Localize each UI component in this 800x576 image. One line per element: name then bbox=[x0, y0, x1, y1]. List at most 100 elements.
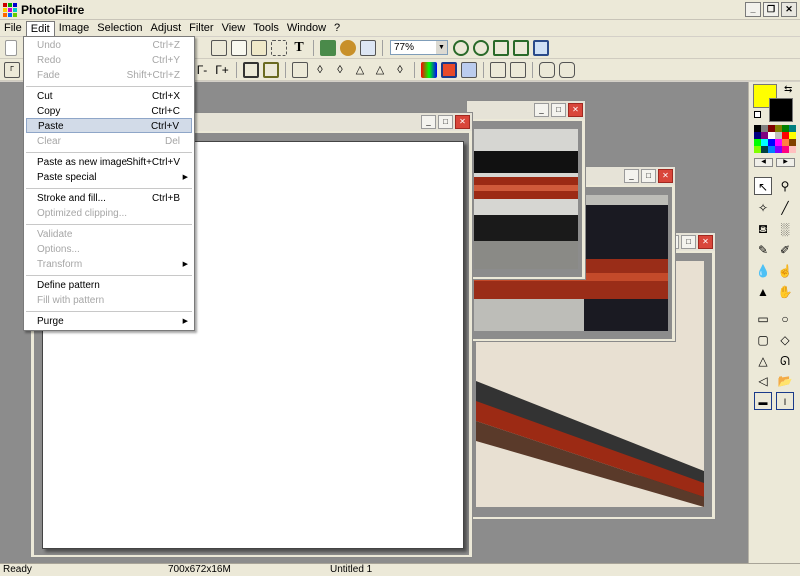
flip-horizontal-icon[interactable] bbox=[490, 61, 506, 78]
triangle-shape-icon[interactable]: △ bbox=[754, 352, 772, 370]
menu-item-copy[interactable]: Copy Ctrl+C bbox=[26, 104, 192, 119]
menu-selection[interactable]: Selection bbox=[93, 20, 146, 36]
hand-tool-icon[interactable]: ✋ bbox=[776, 283, 794, 301]
palette-swatch[interactable] bbox=[761, 125, 768, 132]
palette-swatch[interactable] bbox=[768, 139, 775, 146]
stamp-tool-icon[interactable]: ▲ bbox=[754, 283, 772, 301]
new-file-icon[interactable] bbox=[5, 39, 17, 56]
palette-swatch[interactable] bbox=[754, 132, 761, 139]
diamond-shape-icon[interactable]: ◇ bbox=[776, 331, 794, 349]
palette-swatch[interactable] bbox=[782, 146, 789, 153]
palette-prev-icon[interactable]: ◀ bbox=[754, 158, 773, 167]
eyedropper-tool-icon[interactable]: ⚲ bbox=[776, 177, 794, 195]
gamma-plus-icon[interactable]: Γ+ bbox=[214, 62, 230, 78]
menu-item-options[interactable]: Options... bbox=[26, 242, 192, 257]
menu-item-paste-new-image[interactable]: Paste as new image Shift+Ctrl+V bbox=[26, 155, 192, 170]
maximize-button[interactable]: □ bbox=[681, 235, 696, 249]
zoom-in-icon[interactable] bbox=[453, 39, 469, 56]
drop-icon[interactable]: ◊ bbox=[312, 62, 328, 78]
copy-doc-icon[interactable] bbox=[231, 39, 247, 56]
menu-item-transform[interactable]: Transform ▶ bbox=[26, 257, 192, 272]
palette-swatch[interactable] bbox=[789, 146, 796, 153]
polygon-shape-icon[interactable]: ◁ bbox=[754, 372, 772, 390]
menu-help[interactable]: ? bbox=[330, 20, 344, 36]
actual-size-icon[interactable] bbox=[513, 39, 529, 56]
gamma-minus-icon[interactable]: Γ- bbox=[194, 62, 210, 78]
close-button[interactable]: ✕ bbox=[455, 115, 470, 129]
reset-colors-icon[interactable] bbox=[754, 111, 761, 118]
menu-tools[interactable]: Tools bbox=[249, 20, 283, 36]
brush-tool-icon[interactable]: ✎ bbox=[754, 241, 772, 259]
minimize-button[interactable]: _ bbox=[534, 103, 549, 117]
background-color[interactable] bbox=[769, 98, 793, 122]
ellipse-shape-icon[interactable]: ○ bbox=[776, 310, 794, 328]
palette-swatch[interactable] bbox=[775, 132, 782, 139]
paste-doc-icon[interactable] bbox=[251, 39, 267, 56]
window-icon[interactable] bbox=[360, 39, 376, 56]
smudge-tool-icon[interactable]: ☝ bbox=[776, 262, 794, 280]
palette-next-icon[interactable]: ▶ bbox=[776, 158, 795, 167]
maximize-button[interactable]: □ bbox=[551, 103, 566, 117]
palette-swatch[interactable] bbox=[768, 132, 775, 139]
palette-swatch[interactable] bbox=[754, 125, 761, 132]
palette-swatch[interactable] bbox=[775, 146, 782, 153]
palette-swatch[interactable] bbox=[789, 139, 796, 146]
close-button[interactable]: ✕ bbox=[658, 169, 673, 183]
fit-window-icon[interactable] bbox=[493, 39, 509, 56]
drop-plus-icon[interactable]: ◊ bbox=[332, 62, 348, 78]
menu-item-stroke-fill[interactable]: Stroke and fill... Ctrl+B bbox=[26, 191, 192, 206]
menu-window[interactable]: Window bbox=[283, 20, 330, 36]
filter-icon[interactable] bbox=[340, 39, 356, 56]
palette-swatch[interactable] bbox=[761, 132, 768, 139]
select-rect-icon[interactable] bbox=[271, 39, 287, 56]
menu-item-clear[interactable]: Clear Del bbox=[26, 134, 192, 149]
minimize-button[interactable]: _ bbox=[421, 115, 436, 129]
menu-item-redo[interactable]: Redo Ctrl+Y bbox=[26, 53, 192, 68]
menu-item-cut[interactable]: Cut Ctrl+X bbox=[26, 89, 192, 104]
palette-swatch[interactable] bbox=[761, 139, 768, 146]
close-button[interactable]: ✕ bbox=[698, 235, 713, 249]
rotate-right-icon[interactable] bbox=[559, 61, 575, 78]
chevron-down-icon[interactable]: ▼ bbox=[436, 41, 447, 54]
rectangle-shape-icon[interactable]: ▭ bbox=[754, 310, 772, 328]
fullscreen-icon[interactable] bbox=[533, 39, 549, 56]
menu-view[interactable]: View bbox=[218, 20, 250, 36]
palette-swatch[interactable] bbox=[768, 146, 775, 153]
maximize-button[interactable]: □ bbox=[641, 169, 656, 183]
menu-item-paste[interactable]: Paste Ctrl+V bbox=[26, 118, 192, 133]
close-button[interactable]: ✕ bbox=[781, 2, 797, 17]
palette-icon[interactable] bbox=[461, 61, 477, 78]
crop-icon[interactable] bbox=[211, 39, 227, 56]
menu-item-define-pattern[interactable]: Define pattern bbox=[26, 278, 192, 293]
palette-swatch[interactable] bbox=[754, 139, 761, 146]
color-palette-grid[interactable] bbox=[754, 125, 796, 153]
menu-item-undo[interactable]: Undo Ctrl+Z bbox=[26, 38, 192, 53]
zoom-out-icon[interactable] bbox=[473, 39, 489, 56]
select-invert-icon[interactable]: I bbox=[776, 392, 794, 410]
minimize-button[interactable]: _ bbox=[624, 169, 639, 183]
document-window-titlebar[interactable]: _ □ ✕ bbox=[467, 101, 585, 119]
auto-levels-icon[interactable]: Γ bbox=[4, 61, 20, 78]
triangle-plus-icon[interactable]: △ bbox=[372, 62, 388, 78]
palette-swatch[interactable] bbox=[782, 139, 789, 146]
blur-icon[interactable]: ◊ bbox=[392, 62, 408, 78]
menu-item-paste-special[interactable]: Paste special ▶ bbox=[26, 170, 192, 185]
palette-swatch[interactable] bbox=[775, 125, 782, 132]
palette-swatch[interactable] bbox=[782, 125, 789, 132]
monitor-icon[interactable] bbox=[441, 61, 457, 78]
menu-item-fill-pattern[interactable]: Fill with pattern bbox=[26, 293, 192, 308]
grid-icon[interactable] bbox=[243, 61, 259, 78]
maximize-button[interactable]: □ bbox=[438, 115, 453, 129]
browser-icon[interactable] bbox=[320, 39, 336, 56]
rounded-rect-shape-icon[interactable]: ▢ bbox=[754, 331, 772, 349]
zoom-select[interactable]: 77% ▼ bbox=[390, 40, 448, 55]
menu-filter[interactable]: Filter bbox=[185, 20, 217, 36]
line-tool-icon[interactable]: ╱ bbox=[776, 199, 794, 217]
menu-file[interactable]: File bbox=[0, 20, 26, 36]
triangle-icon[interactable]: △ bbox=[352, 62, 368, 78]
palette-swatch[interactable] bbox=[789, 132, 796, 139]
menu-edit[interactable]: Edit bbox=[25, 20, 55, 36]
palette-swatch[interactable] bbox=[761, 146, 768, 153]
select-all-icon[interactable]: ▬ bbox=[754, 392, 772, 410]
maximize-button[interactable]: ❐ bbox=[763, 2, 779, 17]
